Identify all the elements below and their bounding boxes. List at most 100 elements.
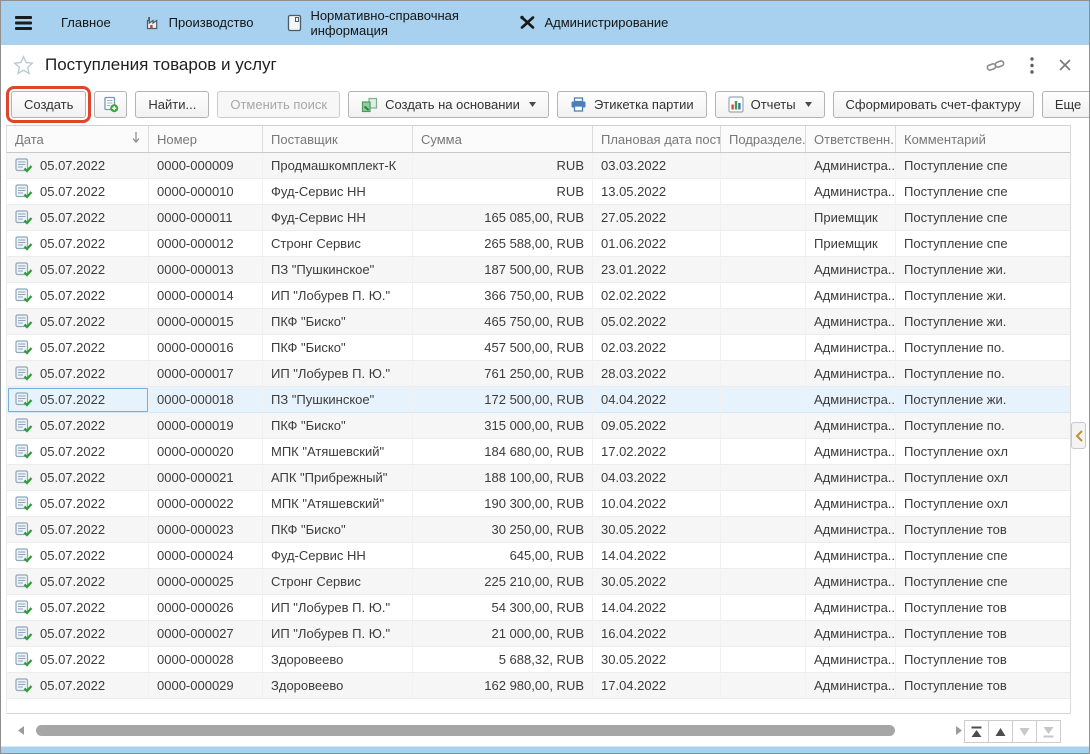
close-icon[interactable]	[1059, 59, 1071, 71]
table-row[interactable]: 05.07.20220000-000021АПК "Прибрежный"188…	[7, 465, 1072, 491]
column-header[interactable]: Дата	[7, 126, 149, 152]
column-header[interactable]: Поставщик	[263, 126, 413, 152]
cell-value: Поступление тов	[904, 600, 1007, 615]
table-row[interactable]: 05.07.20220000-000023ПКФ "Биско"30 250,0…	[7, 517, 1072, 543]
cell-number: 0000-000020	[149, 439, 263, 465]
table-row[interactable]: 05.07.20220000-000009Продмашкомплект-КRU…	[7, 153, 1072, 179]
cell-value: 0000-000017	[157, 366, 234, 381]
cell-value: Администра...	[814, 392, 896, 407]
find-button[interactable]: Найти...	[135, 91, 209, 118]
cell-value: 172 500,00, RUB	[484, 392, 584, 407]
menu-item-reference-info[interactable]: Нормативно-справочная информация	[287, 8, 485, 39]
table-row[interactable]: 05.07.20220000-000027ИП "Лобурев П. Ю."2…	[7, 621, 1072, 647]
table-row[interactable]: 05.07.20220000-000024Фуд-Сервис НН645,00…	[7, 543, 1072, 569]
go-down-button[interactable]	[1012, 720, 1037, 743]
table-row[interactable]: 05.07.20220000-000011Фуд-Сервис НН165 08…	[7, 205, 1072, 231]
table-row[interactable]: 05.07.20220000-000017ИП "Лобурев П. Ю."7…	[7, 361, 1072, 387]
cell-value: Администра...	[814, 262, 896, 277]
column-header[interactable]: Плановая дата поставки	[593, 126, 721, 152]
create-based-on-button[interactable]: Создать на основании	[348, 91, 549, 118]
collapsed-right-panel	[1070, 125, 1089, 714]
cell-number: 0000-000009	[149, 153, 263, 179]
more-actions-button[interactable]: Еще	[1042, 91, 1090, 118]
cell-department	[721, 465, 806, 491]
column-header-label: Поставщик	[271, 132, 338, 147]
table-row[interactable]: 05.07.20220000-000010Фуд-Сервис ННRUB13.…	[7, 179, 1072, 205]
cell-sum: 465 750,00, RUB	[413, 309, 593, 335]
favorite-star-icon[interactable]	[13, 55, 34, 75]
go-to-top-button[interactable]	[964, 720, 989, 743]
table-row[interactable]: 05.07.20220000-000022МПК "Атяшевский"190…	[7, 491, 1072, 517]
menu-item-main[interactable]: Главное	[61, 15, 111, 30]
reports-button[interactable]: Отчеты	[715, 91, 825, 118]
menu-item-label: Главное	[61, 15, 111, 30]
cell-date: 05.07.2022	[7, 257, 149, 283]
table-row[interactable]: 05.07.20220000-000016ПКФ "Биско"457 500,…	[7, 335, 1072, 361]
cell-date: 05.07.2022	[7, 569, 149, 595]
table-row[interactable]: 05.07.20220000-000012Стронг Сервис265 58…	[7, 231, 1072, 257]
reference-document-icon	[287, 14, 302, 32]
cell-value: 0000-000025	[157, 574, 234, 589]
column-header-label: Сумма	[421, 132, 462, 147]
copy-button[interactable]	[94, 91, 127, 118]
create-button[interactable]: Создать	[11, 91, 86, 118]
cell-value: 05.07.2022	[40, 626, 105, 641]
cell-number: 0000-000022	[149, 491, 263, 517]
cell-responsible: Администра...	[806, 361, 896, 387]
document-posted-icon	[15, 314, 33, 329]
cell-comment: Поступление жи.	[896, 387, 1072, 413]
scroll-left-icon[interactable]	[18, 726, 24, 735]
table-row[interactable]: 05.07.20220000-000025Стронг Сервис225 21…	[7, 569, 1072, 595]
table-row[interactable]: 05.07.20220000-000019ПКФ "Биско"315 000,…	[7, 413, 1072, 439]
document-posted-icon	[15, 652, 33, 667]
cell-value: ПКФ "Биско"	[271, 340, 346, 355]
cell-value: ПЗ "Пушкинское"	[271, 392, 374, 407]
table-row[interactable]: 05.07.20220000-000014ИП "Лобурев П. Ю."3…	[7, 283, 1072, 309]
column-header[interactable]: Комментарий	[896, 126, 1072, 152]
cell-value: Поступление спе	[904, 158, 1008, 173]
scroll-right-icon[interactable]	[956, 726, 962, 735]
cell-department	[721, 673, 806, 699]
cell-department	[721, 517, 806, 543]
column-header[interactable]: Подразделе...	[721, 126, 806, 152]
menu-item-administration[interactable]: Администрирование	[519, 15, 668, 30]
horizontal-scrollbar	[18, 724, 962, 737]
cell-value: ПКФ "Биско"	[271, 314, 346, 329]
cell-date: 05.07.2022	[7, 309, 149, 335]
batch-label-button[interactable]: Этикетка партии	[557, 91, 707, 118]
table-row[interactable]: 05.07.20220000-000028Здоровеево5 688,32,…	[7, 647, 1072, 673]
scrollbar-track[interactable]	[28, 724, 952, 737]
cell-comment: Поступление тов	[896, 673, 1072, 699]
table-row[interactable]: 05.07.20220000-000020МПК "Атяшевский"184…	[7, 439, 1072, 465]
cell-date: 05.07.2022	[7, 647, 149, 673]
cell-supplier: Фуд-Сервис НН	[263, 543, 413, 569]
go-up-button[interactable]	[988, 720, 1013, 743]
cell-comment: Поступление охл	[896, 465, 1072, 491]
table-row[interactable]: 05.07.20220000-000026ИП "Лобурев П. Ю."5…	[7, 595, 1072, 621]
table-row[interactable]: 05.07.20220000-000015ПКФ "Биско"465 750,…	[7, 309, 1072, 335]
hamburger-menu-icon[interactable]	[15, 15, 35, 31]
cell-value: 0000-000010	[157, 184, 234, 199]
cell-value: 265 588,00, RUB	[484, 236, 584, 251]
column-header[interactable]: Ответственн...	[806, 126, 896, 152]
scrollbar-thumb[interactable]	[36, 725, 895, 736]
cell-value: Администра...	[814, 470, 896, 485]
column-header[interactable]: Сумма	[413, 126, 593, 152]
cell-responsible: Администра...	[806, 595, 896, 621]
table-row[interactable]: 05.07.20220000-000013ПЗ "Пушкинское"187 …	[7, 257, 1072, 283]
expand-panel-button[interactable]	[1071, 422, 1086, 449]
go-to-bottom-button[interactable]	[1036, 720, 1061, 743]
link-icon[interactable]	[986, 58, 1005, 73]
table-row[interactable]: 05.07.20220000-000029Здоровеево162 980,0…	[7, 673, 1072, 699]
menu-item-production[interactable]: Производство	[145, 15, 254, 31]
more-menu-icon[interactable]	[1030, 57, 1034, 74]
table-row[interactable]: 05.07.20220000-000018ПЗ "Пушкинское"172 …	[7, 387, 1072, 413]
cell-value: 05.07.2022	[40, 470, 105, 485]
cell-sum: 366 750,00, RUB	[413, 283, 593, 309]
cancel-search-button[interactable]: Отменить поиск	[217, 91, 340, 118]
generate-invoice-button[interactable]: Сформировать счет-фактуру	[833, 91, 1034, 118]
column-header[interactable]: Номер	[149, 126, 263, 152]
cell-sum: 21 000,00, RUB	[413, 621, 593, 647]
cell-planned_date: 30.05.2022	[593, 647, 721, 673]
cell-responsible: Администра...	[806, 413, 896, 439]
